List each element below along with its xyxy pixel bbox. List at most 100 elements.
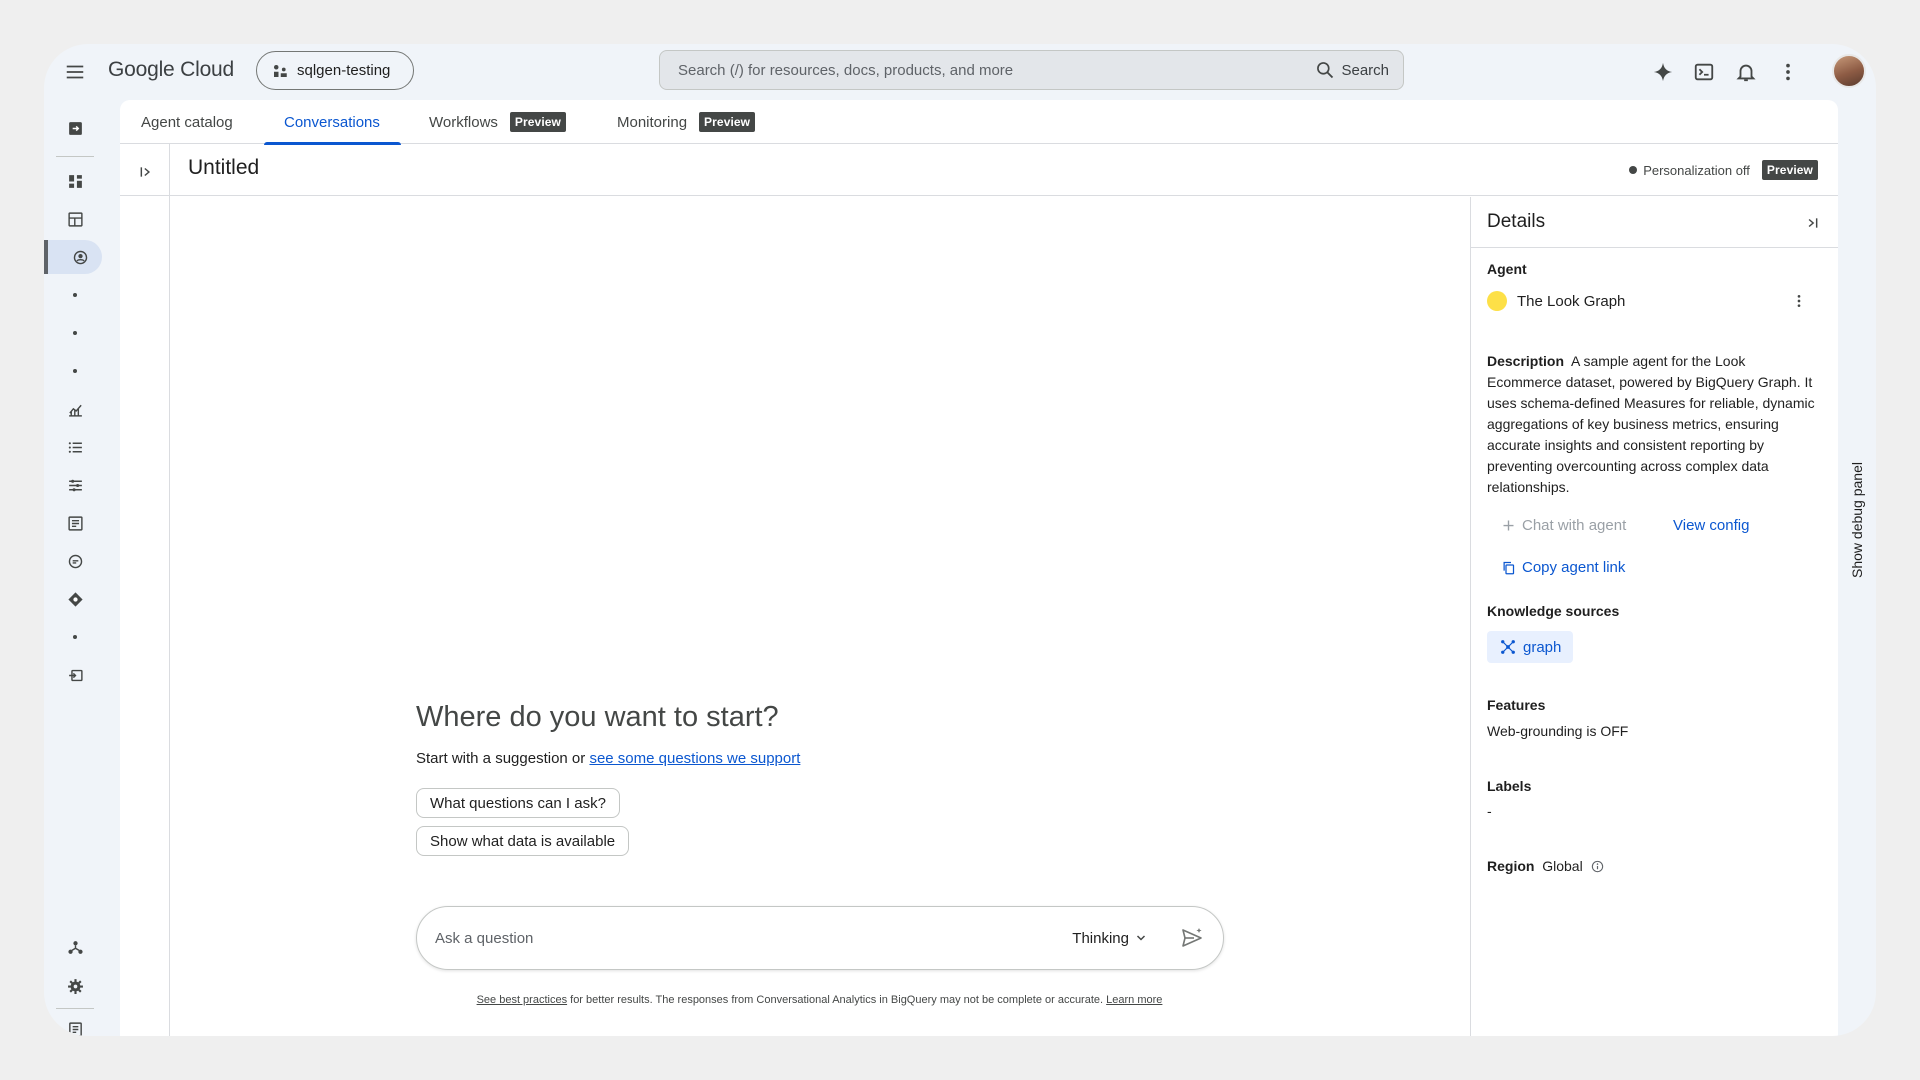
best-practices-link[interactable]: See best practices (477, 994, 568, 1006)
history-panel-collapsed (120, 144, 170, 1036)
release-notes-icon[interactable] (55, 1012, 95, 1036)
region-value: Global (1542, 858, 1583, 874)
pipelines-icon[interactable] (55, 468, 95, 502)
disclaimer: See best practices for better results. T… (170, 994, 1469, 1006)
rail-dot-4[interactable] (55, 620, 95, 654)
details-panel: Details Agent The Look Graph Description… (1470, 197, 1838, 1036)
expand-history-icon[interactable] (136, 162, 156, 182)
chat-with-agent-button[interactable]: Chat with agent (1501, 517, 1626, 534)
view-config-link[interactable]: View config (1673, 517, 1749, 534)
labels-label: Labels (1487, 778, 1532, 794)
learn-more-link[interactable]: Learn more (1106, 994, 1162, 1006)
bigquery-home-icon[interactable] (55, 111, 95, 145)
send-icon (1182, 928, 1202, 947)
copy-agent-link-label: Copy agent link (1522, 559, 1626, 576)
knowledge-source-chip[interactable]: graph (1487, 631, 1574, 663)
agent-label: Agent (1487, 261, 1527, 277)
view-config-label: View config (1673, 517, 1750, 534)
region-row: Region Global (1487, 856, 1604, 877)
project-picker[interactable]: sqlgen-testing (256, 51, 414, 90)
more-options-icon[interactable] (1774, 58, 1802, 86)
cloud-shell-icon[interactable] (1690, 58, 1718, 86)
collapse-details-icon[interactable] (1804, 215, 1820, 231)
send-button[interactable] (1177, 923, 1207, 953)
user-avatar[interactable] (1832, 54, 1866, 88)
main-menu-icon[interactable] (61, 58, 89, 86)
tab-label: Agent catalog (141, 113, 233, 131)
details-title: Details (1487, 211, 1546, 232)
rail-dot-2[interactable] (55, 316, 95, 350)
agent-name: The Look Graph (1517, 292, 1626, 310)
supported-questions-link[interactable]: see some questions we support (589, 750, 800, 767)
search-button-label: Search (1341, 61, 1389, 79)
dashboard-icon[interactable] (55, 164, 95, 198)
details-header: Details (1471, 197, 1838, 248)
search-placeholder: Search (/) for resources, docs, products… (678, 61, 1014, 79)
partner-center-icon[interactable] (55, 930, 95, 964)
tab-label: Conversations (284, 113, 380, 131)
question-composer: Thinking (416, 906, 1224, 970)
settings-gear-icon[interactable] (55, 969, 95, 1003)
migration-icon[interactable] (55, 658, 95, 692)
chat-with-agent-label: Chat with agent (1522, 517, 1627, 534)
tab-monitoring[interactable]: Monitoring Preview (617, 100, 756, 144)
rail-dot-1[interactable] (55, 278, 95, 312)
search-button[interactable]: Search (1315, 60, 1389, 80)
tab-label: Workflows (429, 113, 498, 131)
thinking-mode-dropdown[interactable]: Thinking (1072, 930, 1147, 947)
preview-badge: Preview (509, 112, 566, 132)
agent-more-options-icon[interactable] (1789, 291, 1809, 311)
description-text: A sample agent for the Look Ecommerce da… (1487, 353, 1815, 495)
graph-icon (1501, 640, 1515, 654)
tab-label: Monitoring (617, 113, 688, 131)
knowledge-source-name: graph (1523, 638, 1562, 656)
notifications-bell-icon[interactable] (1732, 58, 1760, 86)
personalization-label: Personalization off (1643, 162, 1750, 178)
suggestion-chip[interactable]: Show what data is available (416, 826, 630, 856)
tab-workflows[interactable]: Workflows Preview (429, 100, 566, 144)
list-icon[interactable] (55, 430, 95, 464)
chat-bubble-icon[interactable] (55, 544, 95, 578)
app-window: Google Cloud sqlgen-testing Search (/) f… (44, 44, 1876, 1036)
plus-icon (1503, 520, 1514, 531)
project-name: sqlgen-testing (297, 62, 391, 79)
rail-divider-bottom (56, 1008, 94, 1009)
show-debug-panel-button[interactable]: Show debug panel (1849, 462, 1865, 578)
conversation-header: Untitled Personalization off Preview (120, 144, 1838, 196)
tab-agent-catalog[interactable]: Agent catalog (141, 100, 233, 144)
status-dot-icon (1629, 166, 1638, 174)
agent-description: Description A sample agent for the Look … (1487, 351, 1817, 498)
tab-conversations[interactable]: Conversations (264, 100, 401, 145)
info-icon[interactable] (1591, 860, 1604, 873)
welcome-heading: Where do you want to start? (416, 701, 779, 733)
content-card: Agent catalog Conversations Workflows Pr… (120, 100, 1838, 1036)
copy-agent-link-button[interactable]: Copy agent link (1501, 559, 1625, 576)
studio-icon[interactable] (55, 202, 95, 236)
chat-area: Where do you want to start? Start with a… (170, 197, 1469, 1036)
preview-badge: Preview (1761, 160, 1818, 180)
thinking-mode-label: Thinking (1072, 929, 1129, 947)
rail-dot-3[interactable] (55, 354, 95, 388)
search-icon (1317, 62, 1334, 79)
gemini-sparkle-icon[interactable] (1649, 58, 1677, 86)
preview-badge: Preview (699, 112, 756, 132)
personalization-status[interactable]: Personalization off Preview (1629, 160, 1818, 180)
agent-row: The Look Graph (1487, 291, 1809, 311)
agents-icon[interactable] (44, 240, 102, 274)
suggestion-chip[interactable]: What questions can I ask? (416, 788, 620, 818)
agent-color-dot (1487, 291, 1507, 311)
features-value: Web-grounding is OFF (1487, 723, 1629, 739)
page-title[interactable]: Untitled (188, 156, 259, 180)
analytics-chart-icon[interactable] (55, 392, 95, 426)
description-label: Description (1487, 353, 1565, 369)
region-label: Region (1487, 858, 1535, 874)
table-grid-icon[interactable] (55, 506, 95, 540)
chevron-down-icon (1136, 935, 1146, 941)
search-input[interactable]: Search (/) for resources, docs, products… (659, 50, 1404, 90)
rail-divider (56, 156, 94, 157)
ask-question-input[interactable] (435, 929, 1073, 947)
knowledge-sources-label: Knowledge sources (1487, 603, 1620, 619)
google-cloud-logo[interactable]: Google Cloud (108, 58, 234, 82)
welcome-subtext: Start with a suggestion or see some ques… (416, 750, 800, 767)
governance-diamond-icon[interactable] (55, 582, 95, 616)
